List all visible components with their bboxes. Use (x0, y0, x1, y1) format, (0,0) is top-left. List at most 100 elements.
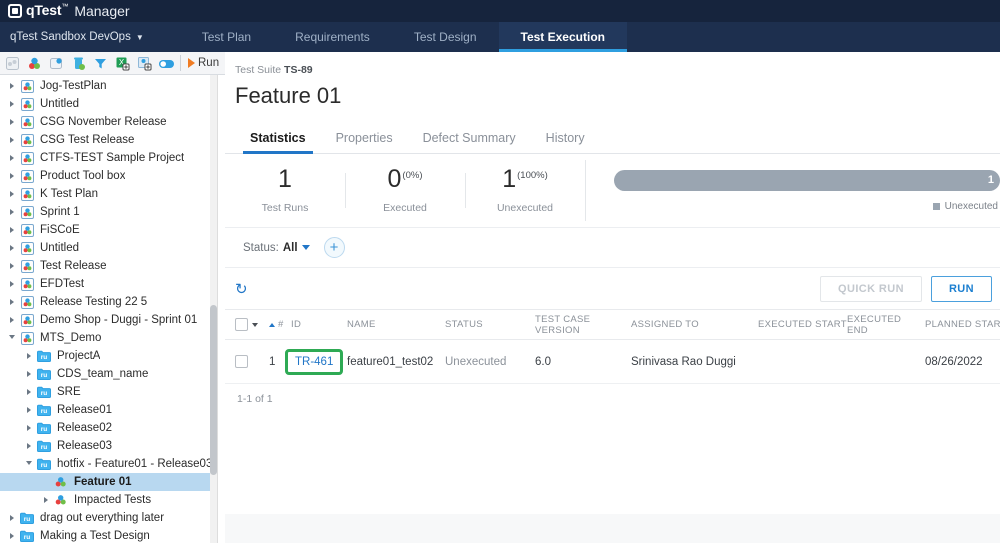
new-release-icon[interactable] (2, 53, 23, 74)
column-header-status[interactable]: STATUS (445, 319, 535, 330)
tree-node-efdtest[interactable]: EFDTest (0, 275, 217, 293)
column-header-executed-start[interactable]: EXECUTED START (758, 319, 847, 330)
sort-ascending-icon (269, 322, 275, 327)
tree-node-product-tool-box[interactable]: Product Tool box (0, 167, 217, 185)
chevron-right-icon[interactable] (6, 83, 18, 89)
chevron-right-icon[interactable] (6, 245, 18, 251)
chevron-right-icon[interactable] (6, 299, 18, 305)
tree-node-projecta[interactable]: ru ProjectA (0, 347, 217, 365)
quick-run-button[interactable]: QUICK RUN (820, 275, 922, 302)
chevron-down-icon[interactable] (252, 322, 258, 327)
tree-node-drag-out-everything-later[interactable]: ru drag out everything later (0, 509, 217, 527)
toggle-icon[interactable] (156, 53, 177, 74)
chevron-right-icon[interactable] (23, 389, 35, 395)
tree-node-hotfix-feature01-release03[interactable]: ru hotfix - Feature01 - Release03 (0, 455, 217, 473)
tree-node-demo-shop-duggi-sprint-01[interactable]: Demo Shop - Duggi - Sprint 01 (0, 311, 217, 329)
delete-icon[interactable] (68, 53, 89, 74)
sidebar-scrollbar-track[interactable] (210, 75, 217, 543)
tree-node-release02[interactable]: ru Release02 (0, 419, 217, 437)
statistics-strip: 1 Test Runs 0(0%) Executed 1(100%) Unexe… (225, 154, 1000, 228)
tree-node-untitled[interactable]: Untitled (0, 95, 217, 113)
chevron-right-icon[interactable] (6, 227, 18, 233)
run-button[interactable]: Run (184, 53, 223, 74)
chevron-right-icon[interactable] (40, 497, 52, 503)
column-header-planned-start[interactable]: PLANNED START (925, 319, 1000, 330)
tree-node-release01[interactable]: ru Release01 (0, 401, 217, 419)
chevron-right-icon[interactable] (6, 155, 18, 161)
refresh-icon[interactable]: ↻ (235, 280, 248, 298)
row-id-cell: TR-461 (285, 348, 347, 375)
tree-node-csg-test-release[interactable]: CSG Test Release (0, 131, 217, 149)
tab-defect-summary[interactable]: Defect Summary (408, 131, 531, 153)
tree-node-feature-01[interactable]: Feature 01 (0, 473, 217, 491)
nav-tab-requirements[interactable]: Requirements (273, 22, 392, 52)
column-header-assigned-to[interactable]: ASSIGNED TO (631, 319, 758, 330)
chevron-right-icon[interactable] (23, 407, 35, 413)
chevron-down-icon[interactable] (6, 334, 18, 342)
chevron-right-icon[interactable] (6, 173, 18, 179)
release-tree-sidebar[interactable]: Jog-TestPlan Untitled CSG November Release… (0, 75, 218, 543)
chevron-right-icon[interactable] (6, 209, 18, 215)
project-selector[interactable]: qTest Sandbox DevOps ▼ (0, 22, 154, 52)
column-header-number[interactable]: # (269, 319, 291, 330)
row-checkbox[interactable] (235, 355, 248, 368)
row-name[interactable]: feature01_test02 (347, 356, 445, 368)
chevron-right-icon[interactable] (6, 317, 18, 323)
tree-node-fiscoe[interactable]: FiSCoE (0, 221, 217, 239)
stat-number: 1 (278, 165, 292, 193)
row-select-cell[interactable] (235, 355, 269, 368)
tree-node-sprint-1[interactable]: Sprint 1 (0, 203, 217, 221)
chevron-right-icon[interactable] (23, 371, 35, 377)
run-test-button[interactable]: RUN (930, 275, 992, 302)
add-filter-button[interactable]: + (323, 237, 345, 258)
tab-properties[interactable]: Properties (321, 131, 408, 153)
chevron-right-icon[interactable] (6, 281, 18, 287)
chevron-right-icon[interactable] (23, 353, 35, 359)
new-test-suite-icon[interactable] (24, 53, 45, 74)
chevron-right-icon[interactable] (6, 101, 18, 107)
chevron-right-icon[interactable] (23, 443, 35, 449)
chevron-right-icon[interactable] (6, 191, 18, 197)
chevron-right-icon[interactable] (6, 137, 18, 143)
status-filter-value: All (282, 241, 298, 254)
tree-node-cds-team-name[interactable]: ru CDS_team_name (0, 365, 217, 383)
chevron-down-icon[interactable] (23, 460, 35, 468)
tab-history[interactable]: History (531, 131, 600, 153)
filter-icon[interactable] (90, 53, 111, 74)
table-row[interactable]: 1 TR-461 feature01_test02 Unexecuted 6.0… (225, 340, 1000, 384)
tree-node-test-release[interactable]: Test Release (0, 257, 217, 275)
column-header-name[interactable]: NAME (347, 319, 445, 330)
new-test-cycle-icon[interactable] (46, 53, 67, 74)
tree-node-release03[interactable]: ru Release03 (0, 437, 217, 455)
tree-node-k-test-plan[interactable]: K Test Plan (0, 185, 217, 203)
tab-statistics[interactable]: Statistics (235, 131, 321, 154)
select-all-checkbox[interactable] (235, 318, 248, 331)
column-header-test-case-version[interactable]: TEST CASE VERSION (535, 314, 631, 336)
tree-node-mts-demo[interactable]: MTS_Demo (0, 329, 217, 347)
chevron-right-icon[interactable] (23, 425, 35, 431)
export-excel-icon[interactable]: X (112, 53, 133, 74)
chevron-right-icon[interactable] (6, 533, 18, 539)
test-run-id-link[interactable]: TR-461 (295, 356, 333, 368)
tree-node-jog-testplan[interactable]: Jog-TestPlan (0, 77, 217, 95)
select-all-cell[interactable] (235, 318, 269, 331)
tree-node-sre[interactable]: ru SRE (0, 383, 217, 401)
tree-node-ctfs-test-sample-project[interactable]: CTFS-TEST Sample Project (0, 149, 217, 167)
nav-tab-test-design[interactable]: Test Design (392, 22, 499, 52)
table-action-row: ↻ QUICK RUN RUN (225, 268, 1000, 310)
tree-node-untitled[interactable]: Untitled (0, 239, 217, 257)
tree-node-csg-november-release[interactable]: CSG November Release (0, 113, 217, 131)
chevron-right-icon[interactable] (6, 263, 18, 269)
status-filter-dropdown[interactable]: Status: All (243, 242, 310, 254)
column-header-id[interactable]: ID (291, 319, 347, 330)
tree-node-release-testing-22-5[interactable]: Release Testing 22 5 (0, 293, 217, 311)
tree-node-making-a-test-design[interactable]: ru Making a Test Design (0, 527, 217, 543)
nav-tab-test-execution[interactable]: Test Execution (498, 22, 628, 52)
import-icon[interactable] (134, 53, 155, 74)
chevron-right-icon[interactable] (6, 515, 18, 521)
tree-node-impacted-tests[interactable]: Impacted Tests (0, 491, 217, 509)
nav-tab-test-plan[interactable]: Test Plan (180, 22, 273, 52)
sidebar-scrollbar-thumb[interactable] (210, 305, 217, 475)
column-header-executed-end[interactable]: EXECUTED END (847, 314, 925, 336)
chevron-right-icon[interactable] (6, 119, 18, 125)
